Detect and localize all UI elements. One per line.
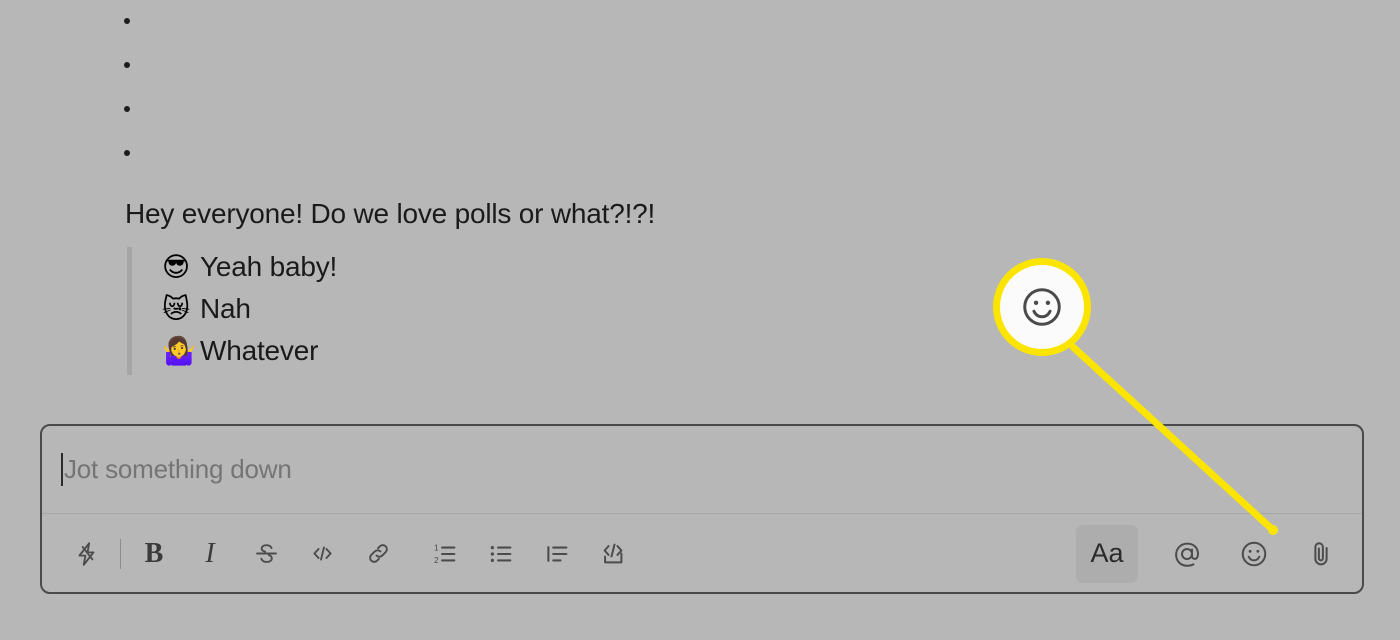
toolbar-left-group: B I 1 2 (42, 531, 636, 577)
shortcuts-lightning-icon[interactable] (64, 531, 110, 577)
typing-dot (124, 18, 130, 24)
emoji-button[interactable] (1231, 531, 1277, 577)
crying-cat-face-icon: 😿 (162, 293, 191, 325)
link-button[interactable] (355, 531, 401, 577)
svg-text:1: 1 (434, 542, 439, 552)
code-button[interactable] (299, 531, 345, 577)
typing-dot (124, 106, 130, 112)
message-area: Hey everyone! Do we love polls or what?!… (0, 0, 1400, 400)
formatting-toggle-label: Aa (1090, 538, 1124, 568)
message-body-text: Hey everyone! Do we love polls or what?!… (125, 198, 656, 229)
attachment-button[interactable] (1298, 531, 1344, 577)
bold-button[interactable]: B (131, 531, 177, 577)
poll-options-list: 😎 Yeah baby! 😿 Nah 🤷‍♀️ Whatever (127, 247, 337, 375)
poll-option-label: Whatever (200, 335, 319, 366)
poll-option-label: Yeah baby! (200, 251, 338, 282)
svg-text:2: 2 (434, 554, 439, 564)
italic-label: I (205, 537, 215, 569)
toolbar-right-group: Aa (1076, 524, 1362, 583)
bold-label: B (144, 537, 164, 569)
text-caret (61, 453, 63, 486)
poll-option-label: Nah (200, 293, 251, 324)
bulleted-list-button[interactable] (478, 531, 524, 577)
code-block-button[interactable] (590, 531, 636, 577)
composer-toolbar: B I 1 2 Aa (42, 514, 1362, 593)
poll-option[interactable]: 😎 Yeah baby! (162, 245, 337, 289)
poll-option[interactable]: 🤷‍♀️ Whatever (162, 329, 337, 373)
smiling-face-with-sunglasses-icon: 😎 (162, 251, 191, 283)
typing-dots (124, 18, 144, 194)
strikethrough-button[interactable] (243, 531, 289, 577)
composer-input-row[interactable]: Jot something down (42, 426, 1362, 514)
formatting-toggle-button[interactable]: Aa (1076, 524, 1138, 583)
woman-shrugging-icon: 🤷‍♀️ (162, 335, 196, 367)
mention-button[interactable] (1164, 531, 1210, 577)
toolbar-divider (120, 538, 121, 569)
typing-dot (124, 150, 130, 156)
blockquote-button[interactable] (534, 531, 580, 577)
ordered-list-button[interactable]: 1 2 (422, 531, 468, 577)
message-composer[interactable]: Jot something down B I 1 2 Aa (40, 424, 1364, 594)
italic-button[interactable]: I (187, 531, 233, 577)
composer-placeholder-text: Jot something down (64, 454, 292, 484)
poll-option[interactable]: 😿 Nah (162, 287, 337, 331)
typing-dot (124, 62, 130, 68)
